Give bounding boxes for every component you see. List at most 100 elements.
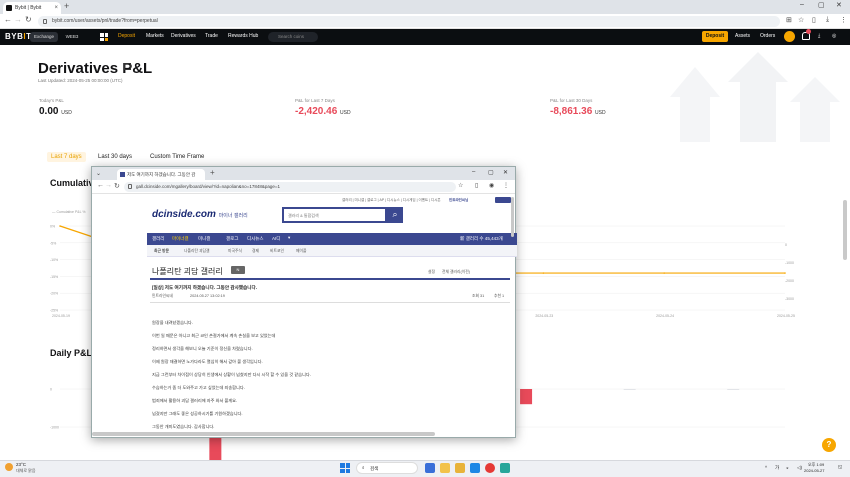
task-view-icon[interactable] bbox=[425, 463, 435, 473]
notification-center-icon[interactable]: ◱ bbox=[838, 464, 842, 470]
app-icon[interactable] bbox=[500, 463, 510, 473]
popup-close-icon[interactable]: ✕ bbox=[503, 169, 508, 176]
close-window-icon[interactable]: ✕ bbox=[836, 1, 842, 9]
popup-url-field[interactable]: gall.dcinside.com/mgallery/board/view/?i… bbox=[124, 182, 456, 192]
tray-lang-icon[interactable]: 가 bbox=[775, 465, 779, 471]
popup-vertical-scrollbar[interactable] bbox=[511, 197, 514, 237]
site-info-icon[interactable] bbox=[43, 19, 47, 24]
web3-toggle[interactable]: WEB3 bbox=[60, 32, 84, 42]
edge-icon[interactable] bbox=[470, 463, 480, 473]
popup-tab-search-icon[interactable]: ⌄ bbox=[96, 170, 101, 177]
dc-recent-1[interactable]: 나폴리탄 괴담갤 bbox=[184, 249, 210, 254]
dc-top-user[interactable]: 민트라인씨님 bbox=[449, 198, 468, 203]
deposit-button[interactable]: Deposit bbox=[702, 31, 728, 42]
file-explorer-icon[interactable] bbox=[440, 463, 450, 473]
dc-nav-gallog[interactable]: 갤로그 bbox=[226, 236, 238, 242]
popup-new-tab-icon[interactable]: + bbox=[210, 168, 215, 177]
bybit-search-input[interactable]: Search coins bbox=[268, 32, 318, 42]
range-last-30-days[interactable]: Last 30 days bbox=[98, 154, 132, 160]
tray-network-icon[interactable]: ◒ bbox=[786, 465, 789, 470]
popup-minimize-icon[interactable]: – bbox=[472, 169, 475, 175]
nav-assets[interactable]: Assets bbox=[735, 33, 750, 39]
popup-back-icon[interactable]: ← bbox=[97, 182, 104, 189]
popup-tab-title: 저도 여기까지 하겠습니다. 그동안 감 bbox=[127, 172, 196, 177]
avatar[interactable] bbox=[784, 31, 795, 42]
range-custom[interactable]: Custom Time Frame bbox=[150, 154, 204, 160]
popup-star-icon[interactable]: ☆ bbox=[458, 182, 463, 189]
dc-recent-3[interactable]: 경제 bbox=[252, 249, 259, 254]
popup-profile-icon[interactable]: ◉ bbox=[489, 182, 494, 189]
tray-date[interactable]: 2024-05-27 bbox=[804, 468, 824, 473]
popup-tab[interactable]: 저도 여기까지 하겠습니다. 그동안 감 bbox=[117, 169, 205, 180]
dc-gallery-menu[interactable]: 전체 갤러리(이전) bbox=[442, 270, 470, 275]
weather-desc[interactable]: 대체로 맑음 bbox=[16, 468, 36, 474]
dc-paragraph-3: 정리하면서 생각을 해보니 오늘 기준이 정신을 차렸습니다. bbox=[152, 346, 253, 351]
dc-search-input[interactable]: 갤러리 & 통합검색 bbox=[282, 207, 387, 223]
page-scrollbar[interactable] bbox=[843, 200, 847, 260]
bybit-logo[interactable]: BYBIT bbox=[5, 32, 32, 41]
minimize-icon[interactable]: – bbox=[800, 1, 804, 8]
exchange-toggle[interactable]: Exchange bbox=[30, 32, 58, 42]
bookmark-star-icon[interactable]: ☆ bbox=[798, 16, 804, 24]
forward-icon[interactable]: → bbox=[14, 15, 22, 24]
dc-nav-minor[interactable]: 마이너갤 bbox=[172, 236, 189, 242]
dc-nav-mini[interactable]: 미니갤 bbox=[198, 236, 210, 242]
reload-icon[interactable]: ↻ bbox=[25, 15, 32, 24]
dc-top-links[interactable]: 갤러리 | 미니갤 | 갤로그 | AP | 디시뉴스 | 디시게임 | 이벤트… bbox=[342, 198, 441, 203]
download-app-icon[interactable]: ⤓ bbox=[818, 33, 820, 39]
windows-start-icon[interactable] bbox=[340, 463, 350, 473]
language-globe-icon[interactable]: ◎ bbox=[832, 33, 836, 39]
dc-nav-gallery[interactable]: 갤러리 bbox=[152, 236, 164, 242]
maximize-icon[interactable]: ▢ bbox=[818, 1, 825, 9]
popup-forward-icon[interactable]: → bbox=[105, 182, 112, 189]
extensions-icon[interactable]: ▯ bbox=[812, 16, 816, 24]
dc-nav-ai[interactable]: AI디 bbox=[272, 236, 280, 242]
tray-chevron-icon[interactable]: ^ bbox=[765, 465, 767, 470]
apps-grid-icon[interactable] bbox=[100, 33, 108, 41]
nav-orders[interactable]: Orders bbox=[760, 33, 775, 39]
dc-recent-5[interactable]: 메이플 bbox=[296, 249, 306, 254]
folder-icon[interactable] bbox=[455, 463, 465, 473]
popup-site-info-icon[interactable] bbox=[128, 184, 132, 189]
dc-logo[interactable]: dcinside.com 마이너 갤러리 bbox=[152, 209, 248, 220]
popup-menu-icon[interactable]: ⋮ bbox=[503, 182, 509, 189]
popup-extension-icon[interactable]: ▯ bbox=[475, 182, 478, 189]
dc-recent-4[interactable]: 비트코인 bbox=[270, 249, 284, 254]
taskbar-search-input[interactable]: ⌕ 검색 bbox=[356, 462, 418, 474]
nav-rewards[interactable]: Rewards Hub bbox=[228, 33, 258, 39]
tray-volume-icon[interactable]: ◁) bbox=[797, 465, 802, 471]
dc-recent-2[interactable]: 미국주식 bbox=[228, 249, 242, 254]
browser-tab-bybit[interactable]: Bybit | Bybit × bbox=[3, 2, 61, 14]
dc-search-button[interactable]: ⌕ bbox=[387, 207, 403, 223]
cumulative-point bbox=[542, 272, 545, 274]
back-icon[interactable]: ← bbox=[4, 15, 12, 24]
close-tab-icon[interactable]: × bbox=[54, 2, 58, 14]
translate-icon[interactable]: ⊞ bbox=[786, 16, 792, 24]
popup-maximize-icon[interactable]: ▢ bbox=[488, 169, 494, 176]
dc-nav-news[interactable]: 디시뉴스 bbox=[247, 236, 264, 242]
chrome-icon[interactable] bbox=[485, 463, 495, 473]
dc-top-button[interactable] bbox=[495, 197, 511, 203]
range-last-7-days[interactable]: Last 7 days bbox=[47, 152, 86, 162]
popup-horizontal-scrollbar[interactable] bbox=[92, 432, 435, 436]
menu-dots-icon[interactable]: ⋮ bbox=[840, 16, 847, 24]
help-chat-icon[interactable]: ? bbox=[822, 438, 836, 452]
weather-icon[interactable] bbox=[5, 463, 13, 471]
new-tab-icon[interactable]: + bbox=[64, 1, 69, 11]
popup-reload-icon[interactable]: ↻ bbox=[114, 182, 120, 190]
stat-label-today: Today's P&L bbox=[39, 98, 64, 103]
dc-gallery-title[interactable]: 나폴리탄 괴담 갤러리 bbox=[152, 266, 223, 277]
url-field[interactable]: bybit.com/user/assets/pnl/trade?from=per… bbox=[38, 16, 780, 27]
weather-temp[interactable]: 23°C bbox=[16, 462, 26, 467]
dc-gallery-settings[interactable]: 설정 bbox=[428, 270, 435, 275]
nav-derivatives[interactable]: Derivatives bbox=[171, 33, 196, 39]
dc-nav-more-icon[interactable]: ▾ bbox=[288, 235, 290, 241]
external-link-icon[interactable] bbox=[124, 63, 131, 70]
nav-markets[interactable]: Markets bbox=[146, 33, 164, 39]
download-icon[interactable]: ⤓ bbox=[826, 16, 829, 24]
y-right-tick-label: -1000 bbox=[785, 261, 794, 265]
nav-deposit[interactable]: Deposit bbox=[118, 33, 135, 39]
browser-tab-strip bbox=[0, 0, 850, 14]
nav-trade[interactable]: Trade bbox=[205, 33, 218, 39]
dc-post-author[interactable]: 민트라인씨네 bbox=[152, 294, 173, 299]
